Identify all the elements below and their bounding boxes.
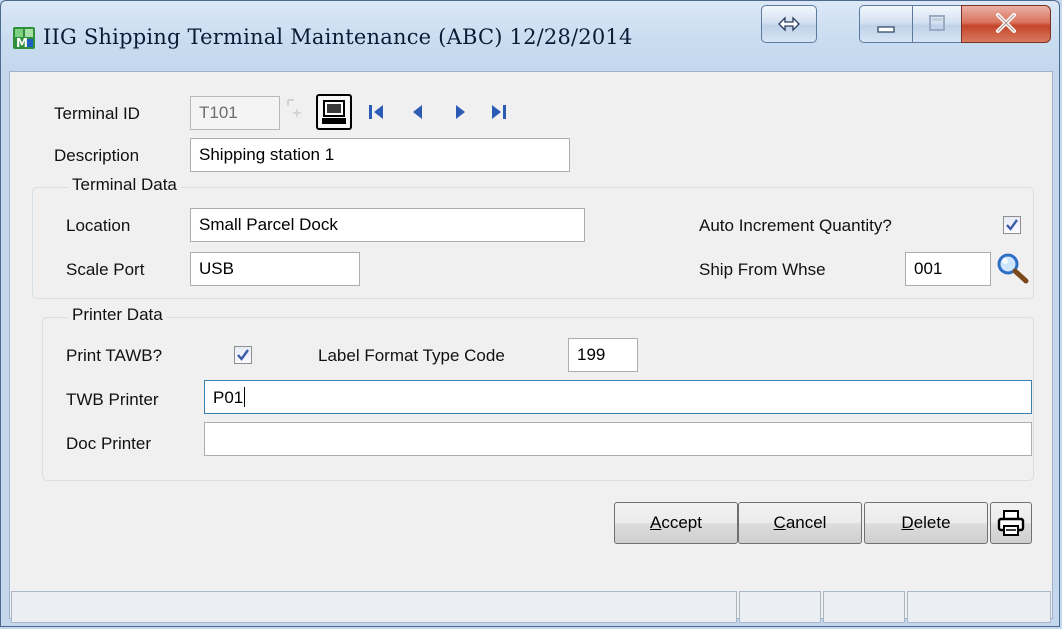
printer-icon [997, 510, 1025, 536]
label-format-label: Label Format Type Code [318, 346, 505, 365]
location-field[interactable]: Small Parcel Dock [190, 208, 585, 242]
ship-from-whse-field[interactable]: 001 [905, 252, 991, 286]
description-field[interactable]: Shipping station 1 [190, 138, 570, 172]
auto-increment-label: Auto Increment Quantity? [699, 216, 892, 235]
terminal-id-label: Terminal ID [54, 104, 140, 123]
terminal-button[interactable] [316, 94, 352, 130]
twb-printer-value: P01 [213, 388, 244, 407]
text-caret [244, 387, 246, 407]
last-record-icon[interactable] [488, 102, 510, 122]
minimize-button[interactable] [859, 5, 913, 43]
first-record-icon[interactable] [366, 102, 386, 122]
search-icon[interactable] [995, 251, 1031, 285]
maximize-button[interactable] [912, 5, 962, 43]
auto-increment-checkbox[interactable] [1003, 216, 1021, 234]
delete-label: elete [913, 513, 951, 532]
client-area: Terminal ID T101 Description Shipping st… [9, 71, 1053, 619]
accept-label: ccept [661, 513, 702, 532]
scale-port-label: Scale Port [66, 260, 145, 279]
minimize-icon [877, 26, 895, 33]
checkmark-icon [1006, 219, 1018, 231]
cancel-label: ancel [785, 513, 827, 532]
status-panel [907, 591, 1051, 623]
terminal-id-field[interactable]: T101 [190, 96, 280, 130]
twb-printer-field[interactable]: P01 [204, 380, 1032, 414]
status-bar [11, 591, 1051, 623]
accept-mnemonic: A [650, 513, 662, 532]
close-button[interactable] [961, 5, 1051, 43]
terminal-data-group [32, 187, 1034, 299]
app-icon: M [13, 27, 35, 49]
lookup-icon[interactable] [284, 96, 310, 130]
twb-printer-label: TWB Printer [66, 390, 159, 409]
window-title: IIG Shipping Terminal Maintenance (ABC) … [43, 25, 633, 49]
doc-printer-label: Doc Printer [66, 434, 152, 453]
print-tawb-label: Print TAWB? [66, 346, 163, 365]
terminal-icon [322, 100, 346, 124]
status-panel-main [11, 591, 737, 623]
location-label: Location [66, 216, 131, 235]
window: M IIG Shipping Terminal Maintenance (ABC… [0, 0, 1060, 627]
print-button[interactable] [990, 502, 1032, 544]
next-record-icon[interactable] [450, 102, 470, 122]
title-bar[interactable]: M IIG Shipping Terminal Maintenance (ABC… [1, 1, 1059, 71]
label-format-field[interactable]: 199 [568, 338, 638, 372]
status-panel [823, 591, 905, 623]
cancel-mnemonic: C [773, 513, 786, 532]
description-label: Description [54, 146, 140, 165]
resize-icon [778, 16, 800, 32]
previous-record-icon[interactable] [408, 102, 428, 122]
close-icon [996, 13, 1016, 33]
doc-printer-field[interactable] [204, 422, 1032, 456]
checkmark-icon [237, 349, 249, 361]
ship-from-whse-label: Ship From Whse [699, 260, 826, 279]
print-tawb-checkbox[interactable] [234, 346, 252, 364]
scale-port-field[interactable]: USB [190, 252, 360, 286]
resize-button[interactable] [761, 5, 817, 43]
status-panel [739, 591, 821, 623]
printer-data-title: Printer Data [68, 305, 167, 325]
delete-button[interactable]: Delete [864, 502, 988, 544]
accept-button[interactable]: Accept [614, 502, 738, 544]
delete-mnemonic: D [901, 513, 914, 532]
cancel-button[interactable]: Cancel [738, 502, 862, 544]
svg-text:M: M [16, 36, 28, 49]
terminal-data-title: Terminal Data [68, 175, 181, 195]
maximize-icon [929, 15, 945, 31]
